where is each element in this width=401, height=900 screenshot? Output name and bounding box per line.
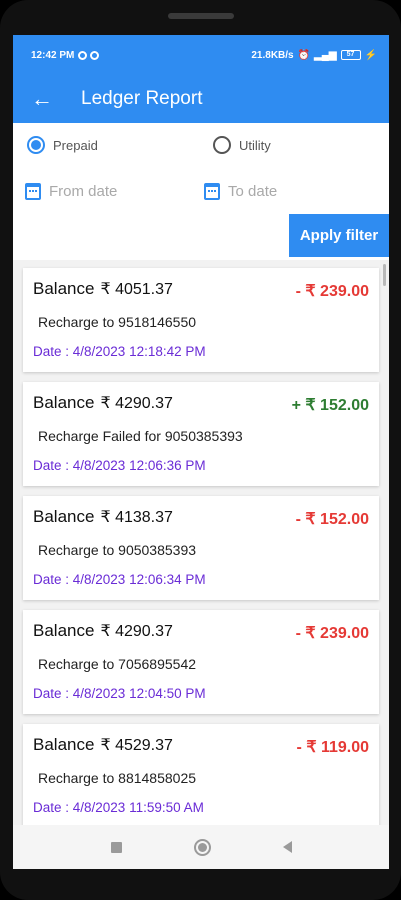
alarm-icon: ⏰: [297, 49, 311, 61]
balance: Balance ₹ 4138.37: [33, 507, 173, 527]
phone-screen: 12:42 PM 21.8KB/s ⏰ ▂▄▆ 57 ⚡ ← Ledger Re…: [13, 35, 389, 869]
notification-icon: [90, 50, 100, 60]
balance-label: Balance: [33, 279, 95, 298]
transaction-description: Recharge Failed for 9050385393: [38, 428, 243, 444]
transaction-amount: - ₹ 152.00: [295, 511, 369, 528]
balance-label: Balance: [33, 621, 95, 640]
transaction-date: Date : 4/8/2023 12:06:34 PM: [33, 572, 206, 587]
balance-label: Balance: [33, 735, 95, 754]
from-date-field[interactable]: From date: [25, 183, 117, 200]
speaker-grille: [168, 13, 234, 19]
radio-selected-icon: [27, 136, 45, 154]
balance-value: ₹ 4290.37: [100, 623, 173, 640]
status-bar: 12:42 PM 21.8KB/s ⏰ ▂▄▆ 57 ⚡: [13, 35, 389, 75]
radio-unselected-icon: [213, 136, 231, 154]
radio-label: Utility: [239, 137, 271, 153]
to-date-placeholder: To date: [228, 183, 278, 200]
page-title: Ledger Report: [81, 88, 203, 109]
recharge-type-radio-group: Prepaid Utility: [27, 136, 389, 158]
balance: Balance ₹ 4290.37: [33, 621, 173, 641]
transaction-amount: + ₹ 152.00: [291, 397, 369, 414]
status-notification-icons: [78, 50, 100, 60]
transaction-description: Recharge to 9050385393: [38, 542, 197, 558]
transaction-amount: - ₹ 239.00: [295, 283, 369, 300]
radio-prepaid[interactable]: Prepaid: [27, 136, 98, 154]
balance-value: ₹ 4529.37: [100, 737, 173, 754]
arrow-left-icon[interactable]: ←: [31, 86, 63, 112]
signal-icon: ▂▄▆: [314, 49, 337, 61]
battery-icon: 57: [340, 50, 361, 60]
ledger-card[interactable]: Balance ₹ 4290.37 + ₹ 152.00 Recharge Fai…: [23, 382, 379, 486]
transaction-date: Date : 4/8/2023 12:06:36 PM: [33, 458, 206, 473]
to-date-field[interactable]: To date: [204, 183, 277, 200]
network-speed: 21.8KB/s: [251, 49, 294, 61]
recents-square-icon[interactable]: [110, 841, 122, 853]
calendar-icon: [25, 183, 41, 200]
notification-icon: [78, 50, 88, 60]
balance-value: ₹ 4290.37: [100, 395, 173, 412]
app-bar: ← Ledger Report: [13, 75, 389, 123]
status-right: 21.8KB/s ⏰ ▂▄▆ 57 ⚡: [251, 50, 377, 61]
charging-icon: ⚡: [364, 49, 377, 61]
ledger-card[interactable]: Balance ₹ 4051.37 - ₹ 239.00 Recharge to …: [23, 268, 379, 372]
apply-filter-button[interactable]: Apply filter: [289, 214, 389, 257]
transaction-description: Recharge to 9518146550: [38, 314, 197, 330]
ledger-list[interactable]: Balance ₹ 4051.37 - ₹ 239.00 Recharge to …: [13, 260, 389, 825]
transaction-description: Recharge to 8814858025: [38, 770, 197, 786]
transaction-amount: - ₹ 119.00: [296, 739, 369, 756]
balance: Balance ₹ 4290.37: [33, 393, 173, 413]
balance: Balance ₹ 4051.37: [33, 279, 173, 299]
ledger-card[interactable]: Balance ₹ 4529.37 - ₹ 119.00 Recharge to …: [23, 724, 379, 825]
balance: Balance ₹ 4529.37: [33, 735, 173, 755]
calendar-icon: [204, 183, 220, 200]
home-circle-icon[interactable]: [193, 838, 211, 856]
transaction-date: Date : 4/8/2023 12:18:42 PM: [33, 344, 206, 359]
phone-frame: 12:42 PM 21.8KB/s ⏰ ▂▄▆ 57 ⚡ ← Ledger Re…: [0, 0, 401, 900]
balance-label: Balance: [33, 393, 95, 412]
transaction-date: Date : 4/8/2023 12:04:50 PM: [33, 686, 206, 701]
from-date-placeholder: From date: [49, 183, 118, 200]
transaction-amount: - ₹ 239.00: [295, 625, 369, 642]
system-nav-bar: [13, 825, 389, 869]
transaction-description: Recharge to 7056895542: [38, 656, 197, 672]
radio-label: Prepaid: [53, 137, 98, 153]
radio-utility[interactable]: Utility: [213, 136, 271, 154]
balance-value: ₹ 4138.37: [100, 509, 173, 526]
ledger-card[interactable]: Balance ₹ 4290.37 - ₹ 239.00 Recharge to …: [23, 610, 379, 714]
back-triangle-icon[interactable]: [282, 841, 292, 853]
transaction-date: Date : 4/8/2023 11:59:50 AM: [33, 800, 204, 815]
ledger-card[interactable]: Balance ₹ 4138.37 - ₹ 152.00 Recharge to …: [23, 496, 379, 600]
scrollbar[interactable]: [383, 264, 386, 286]
status-time: 12:42 PM: [31, 49, 75, 61]
balance-value: ₹ 4051.37: [100, 281, 173, 298]
balance-label: Balance: [33, 507, 95, 526]
